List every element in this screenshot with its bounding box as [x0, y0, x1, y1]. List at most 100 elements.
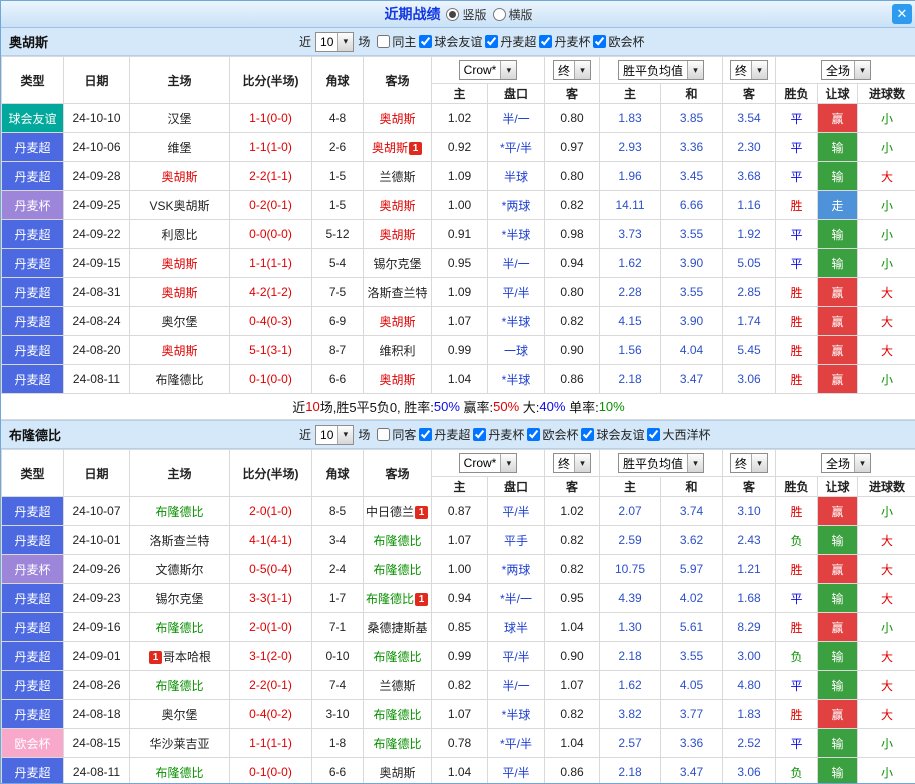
team-name: 锡尔克堡 [155, 592, 203, 606]
home-team-cell: 布隆德比 [130, 497, 230, 526]
filter-checkbox[interactable] [581, 428, 594, 441]
final-odds-select-2[interactable]: 终 [730, 453, 768, 473]
goals-cell: 小 [858, 104, 915, 133]
filter-label: 欧会杯 [542, 426, 578, 443]
handicap-result-cell: 输 [818, 729, 858, 758]
bookmaker-select[interactable]: Crow* [459, 60, 518, 80]
filter-checkbox[interactable] [377, 428, 390, 441]
home-team-cell: 维堡 [130, 133, 230, 162]
recent-results-window: 近期战绩 竖版 横版 ✕ 奥胡斯 近 10 场 同主球会友谊丹麦超丹麦杯欧会杯 [0, 0, 915, 784]
avg-away-cell: 1.68 [723, 584, 776, 613]
avg-draw-cell: 3.36 [661, 133, 723, 162]
filter-checkbox[interactable] [419, 35, 432, 48]
final-odds-value: 终 [554, 454, 574, 472]
result-cell: 胜 [776, 613, 818, 642]
filter-option[interactable]: 同主 [377, 33, 416, 50]
close-button[interactable]: ✕ [892, 4, 912, 24]
filter-option[interactable]: 丹麦超 [419, 426, 470, 443]
team-name: VSK奥胡斯 [149, 199, 209, 213]
avg-draw-cell: 3.55 [661, 642, 723, 671]
avg-away-cell: 3.00 [723, 642, 776, 671]
filter-option[interactable]: 丹麦杯 [539, 33, 590, 50]
near-label: 近 [299, 426, 311, 443]
scope-select[interactable]: 全场 [821, 453, 871, 473]
filter-checkbox[interactable] [593, 35, 606, 48]
filter-checkbox[interactable] [647, 428, 660, 441]
handicap-result-cell: 赢 [818, 278, 858, 307]
avg-draw-cell: 4.02 [661, 584, 723, 613]
filter-checkbox[interactable] [377, 35, 390, 48]
away-team-cell: 布隆德比 [364, 526, 432, 555]
corner-cell: 1-5 [312, 162, 364, 191]
header-type: 类型 [2, 450, 64, 497]
filter-option[interactable]: 球会友谊 [581, 426, 644, 443]
chevron-down-icon [337, 426, 353, 444]
team-name: 布隆德比 [373, 737, 421, 751]
filter-checkbox[interactable] [485, 35, 498, 48]
table-row: 丹麦超24-09-011哥本哈根3-1(2-0)0-10布隆德比0.99平/半0… [2, 642, 915, 671]
filter-option[interactable]: 丹麦超 [485, 33, 536, 50]
filter-checkbox[interactable] [539, 35, 552, 48]
handicap-cell: 半/一 [488, 249, 545, 278]
filter-option[interactable]: 球会友谊 [419, 33, 482, 50]
layout-option-horizontal[interactable]: 横版 [493, 6, 533, 23]
odds-home-cell: 1.07 [432, 700, 488, 729]
score-cell: 0-5(0-4) [230, 555, 312, 584]
corner-cell: 7-5 [312, 278, 364, 307]
final-odds-select[interactable]: 终 [553, 453, 591, 473]
bookmaker-select[interactable]: Crow* [459, 453, 518, 473]
avg-type-select[interactable]: 胜平负均值 [618, 60, 704, 80]
score-cell: 2-2(1-1) [230, 162, 312, 191]
result-cell: 胜 [776, 555, 818, 584]
date-cell: 24-09-22 [64, 220, 130, 249]
corner-cell: 8-5 [312, 497, 364, 526]
team-name: 奥胡斯 [379, 112, 415, 126]
filter-checkbox[interactable] [527, 428, 540, 441]
avg-away-cell: 1.83 [723, 700, 776, 729]
filter-option[interactable]: 欧会杯 [593, 33, 644, 50]
corner-cell: 4-8 [312, 104, 364, 133]
corner-cell: 7-1 [312, 613, 364, 642]
result-cell: 平 [776, 104, 818, 133]
final-odds-select[interactable]: 终 [553, 60, 591, 80]
table-row: 丹麦杯24-09-25VSK奥胡斯0-2(0-1)1-5奥胡斯1.00*两球0.… [2, 191, 915, 220]
league-badge: 欧会杯 [2, 729, 64, 758]
odds-home-cell: 0.78 [432, 729, 488, 758]
avg-draw-cell: 3.45 [661, 162, 723, 191]
header-odds-handicap: 盘口 [488, 477, 545, 497]
section-header: 奥胡斯 近 10 场 同主球会友谊丹麦超丹麦杯欧会杯 [1, 28, 915, 56]
filter-checkbox[interactable] [419, 428, 432, 441]
avg-type-select[interactable]: 胜平负均值 [618, 453, 704, 473]
avg-away-cell: 1.21 [723, 555, 776, 584]
league-badge: 丹麦超 [2, 365, 64, 394]
odds-away-cell: 1.02 [545, 497, 600, 526]
recent-count-value: 10 [316, 426, 337, 444]
final-odds-select-2[interactable]: 终 [730, 60, 768, 80]
filter-option[interactable]: 丹麦杯 [473, 426, 524, 443]
goals-cell: 小 [858, 249, 915, 278]
filter-label: 丹麦杯 [554, 33, 590, 50]
filter-label: 丹麦超 [434, 426, 470, 443]
score-cell: 2-0(1-0) [230, 497, 312, 526]
home-team-cell: 布隆德比 [130, 671, 230, 700]
odds-away-cell: 0.98 [545, 220, 600, 249]
header-score: 比分(半场) [230, 450, 312, 497]
date-cell: 24-10-07 [64, 497, 130, 526]
scope-select[interactable]: 全场 [821, 60, 871, 80]
date-cell: 24-09-25 [64, 191, 130, 220]
filter-label: 丹麦杯 [488, 426, 524, 443]
corner-cell: 1-8 [312, 729, 364, 758]
bookmaker-value: Crow* [460, 454, 501, 472]
handicap-result-cell: 赢 [818, 497, 858, 526]
handicap-result-cell: 赢 [818, 104, 858, 133]
filter-checkbox[interactable] [473, 428, 486, 441]
team-name: 奥尔堡 [161, 315, 197, 329]
recent-count-select[interactable]: 10 [315, 425, 354, 445]
filter-option[interactable]: 欧会杯 [527, 426, 578, 443]
result-cell: 负 [776, 526, 818, 555]
filter-option[interactable]: 大西洋杯 [647, 426, 710, 443]
filter-option[interactable]: 同客 [377, 426, 416, 443]
recent-count-select[interactable]: 10 [315, 32, 354, 52]
layout-option-vertical[interactable]: 竖版 [446, 6, 486, 23]
avg-type-value: 胜平负均值 [619, 61, 687, 79]
